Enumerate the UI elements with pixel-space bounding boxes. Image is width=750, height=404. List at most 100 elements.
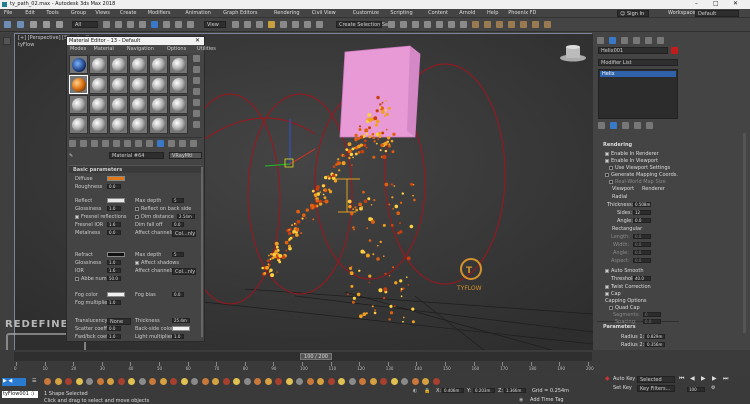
redo-icon[interactable] xyxy=(17,21,24,28)
dim-distance-checkbox[interactable] xyxy=(135,215,139,219)
select-scale-icon[interactable] xyxy=(175,21,182,28)
material-sample-slot[interactable] xyxy=(129,115,148,134)
shelf-tool-icon[interactable] xyxy=(54,378,62,385)
material-id-icon[interactable] xyxy=(146,140,153,147)
shelf-tool-icon[interactable] xyxy=(306,378,314,385)
shelf-tool-icon[interactable] xyxy=(317,378,324,385)
key-filters-button[interactable]: Key Filters... xyxy=(637,385,675,392)
object-color-swatch[interactable] xyxy=(671,47,678,54)
material-sample-slot[interactable] xyxy=(149,115,168,134)
curve-editor-icon[interactable] xyxy=(448,21,455,28)
shelf-tool-icon[interactable] xyxy=(296,378,303,385)
hierarchy-tab-icon[interactable] xyxy=(621,37,628,44)
refract-max-depth-spinner[interactable]: 5 xyxy=(172,252,184,257)
modifier-list-dropdown[interactable]: Modifier List xyxy=(598,59,678,66)
material-sample-slot[interactable] xyxy=(169,115,188,134)
angle-spinner[interactable]: 0.0 xyxy=(633,218,651,223)
refract-affect-channels-dropdown[interactable]: Col...nly xyxy=(172,268,196,275)
abbe-checkbox[interactable] xyxy=(75,277,79,281)
material-sample-slot[interactable] xyxy=(149,55,168,74)
make-unique-icon[interactable] xyxy=(124,140,131,147)
menu-graph-editors[interactable]: Graph Editors xyxy=(223,11,257,16)
me-menu-options[interactable]: Options xyxy=(167,47,186,52)
undo-icon[interactable] xyxy=(4,21,11,28)
radius1-spinner[interactable]: 0.829m xyxy=(645,334,665,339)
thickness-spinner[interactable]: 0.508m xyxy=(633,202,651,207)
maximize-button[interactable]: □ xyxy=(713,1,719,7)
gen-mapping-checkbox[interactable] xyxy=(605,173,609,177)
layout-tab-icon[interactable] xyxy=(3,37,11,45)
shelf-tool-icon[interactable] xyxy=(432,378,440,385)
snaps-toggle-icon[interactable] xyxy=(268,21,275,28)
toggle-scene-explorer-icon[interactable] xyxy=(412,21,419,28)
use-viewport-checkbox[interactable] xyxy=(609,166,613,170)
scatter-coeff-spinner[interactable]: 0.0 xyxy=(107,326,121,331)
y-coord-field[interactable]: 0.203m xyxy=(473,388,495,393)
copy-material-icon[interactable] xyxy=(113,140,120,147)
menu-customize[interactable]: Customize xyxy=(353,11,379,16)
material-editor-titlebar[interactable]: Material Editor - 13 - Default ✕ xyxy=(67,37,204,45)
material-sample-slot[interactable] xyxy=(109,55,128,74)
affect-shadows-checkbox[interactable] xyxy=(135,261,139,265)
rect-angle-spinner[interactable]: 0.0 xyxy=(633,250,651,255)
real-world-checkbox[interactable] xyxy=(609,180,613,184)
menu-content[interactable]: Content xyxy=(428,11,448,16)
menu-group[interactable]: Group xyxy=(71,11,86,16)
motion-tab-icon[interactable] xyxy=(633,37,640,44)
segments-spinner[interactable]: 0 xyxy=(643,312,661,317)
shelf-tool-icon[interactable] xyxy=(180,378,188,385)
material-sample-slot[interactable] xyxy=(89,75,108,94)
backlight-icon[interactable] xyxy=(193,66,200,73)
shelf-tool-icon[interactable] xyxy=(149,378,156,385)
sides-spinner[interactable]: 12 xyxy=(633,210,651,215)
material-sample-slot[interactable] xyxy=(89,115,108,134)
shelf-tool-icon[interactable] xyxy=(233,378,240,385)
material-sample-slot[interactable] xyxy=(109,75,128,94)
current-frame-field[interactable]: 100 xyxy=(687,387,705,392)
modifier-stack[interactable]: Helix xyxy=(598,69,678,119)
material-type-button[interactable]: VRayMtl xyxy=(169,152,202,159)
material-sample-slot[interactable] xyxy=(169,75,188,94)
shelf-tool-icon[interactable] xyxy=(348,378,356,385)
set-key-button[interactable]: Set Key xyxy=(613,386,632,391)
me-menu-modes[interactable]: Modes xyxy=(70,47,86,52)
ior-spinner[interactable]: 1.6 xyxy=(107,268,121,273)
refract-glossiness-spinner[interactable]: 1.0 xyxy=(107,260,121,265)
me-menu-navigation[interactable]: Navigation xyxy=(127,47,154,52)
auto-key-button[interactable]: Auto Key xyxy=(613,377,635,382)
back-side-color-swatch[interactable] xyxy=(172,326,190,331)
script-listener-toggle[interactable]: ▶ ◀ xyxy=(2,378,26,386)
lock-selection-icon[interactable]: 🔒 xyxy=(424,389,430,394)
show-end-result-icon[interactable] xyxy=(168,140,175,147)
shelf-tool-icon[interactable] xyxy=(86,378,93,385)
video-color-check-icon[interactable] xyxy=(193,99,200,106)
auto-smooth-checkbox[interactable] xyxy=(605,269,609,273)
close-button[interactable]: ✕ xyxy=(733,1,738,7)
threshold-spinner[interactable]: 40.0 xyxy=(633,276,651,281)
mirror-icon[interactable] xyxy=(388,21,395,28)
align-icon[interactable] xyxy=(400,21,407,28)
fresnel-ior-spinner[interactable]: 1.6 xyxy=(107,222,121,227)
select-place-icon[interactable] xyxy=(187,21,194,28)
roughness-spinner[interactable]: 0.0 xyxy=(107,184,121,189)
shelf-tool-icon[interactable] xyxy=(264,378,272,385)
menu-scripting[interactable]: Scripting xyxy=(390,11,412,16)
fog-multiplier-spinner[interactable]: 1.0 xyxy=(107,300,121,305)
shelf-tool-icon[interactable] xyxy=(201,378,209,385)
enable-renderer-checkbox[interactable] xyxy=(605,152,609,156)
go-parent-icon[interactable] xyxy=(179,140,186,147)
utilities-tab-icon[interactable] xyxy=(657,37,664,44)
next-frame-icon[interactable]: ▶ xyxy=(712,376,717,382)
maxscript-listener-field[interactable]: tyFlow001 :) xyxy=(2,391,38,398)
diffuse-color-swatch[interactable] xyxy=(107,176,125,181)
select-move-icon[interactable] xyxy=(151,21,158,28)
material-editor-scrollbar[interactable] xyxy=(201,167,203,337)
pivot-center-icon[interactable] xyxy=(232,21,239,28)
twist-correction-checkbox[interactable] xyxy=(605,285,609,289)
named-selection-set-dropdown[interactable]: Create Selection Se xyxy=(336,21,388,28)
affect-channels-dropdown[interactable]: Col...nly xyxy=(172,230,196,237)
show-end-result-icon[interactable] xyxy=(610,122,617,129)
menu-help[interactable]: Help xyxy=(487,11,498,16)
prev-frame-icon[interactable]: ◀ xyxy=(690,376,695,382)
shelf-tool-icon[interactable] xyxy=(107,378,114,385)
